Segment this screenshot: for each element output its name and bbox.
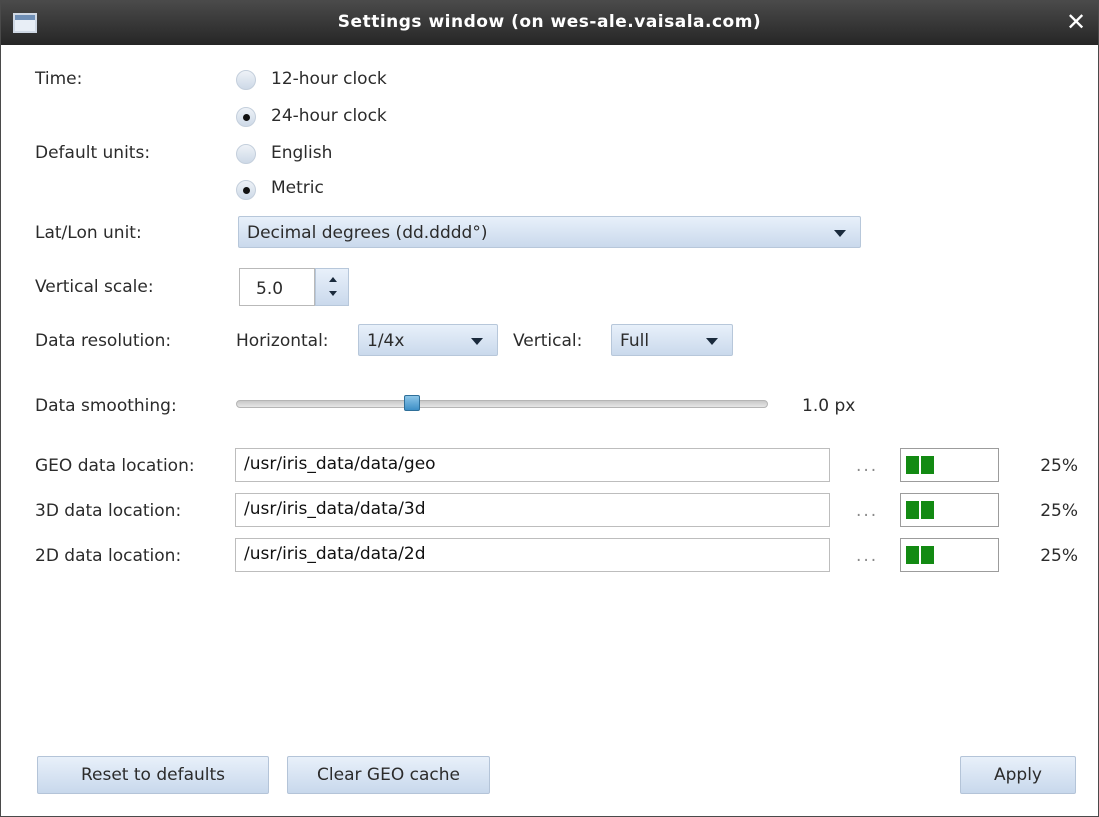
horizontal-resolution-value: 1/4x [367,331,405,351]
data-resolution-label: Data resolution: [35,331,172,351]
location-usage-percent: 25% [1040,501,1078,521]
apply-button[interactable]: Apply [960,756,1076,794]
usage-meter-fill [906,456,934,474]
radio-12-hour-label[interactable]: 12-hour clock [271,69,387,89]
chevron-down-icon [834,230,846,237]
location-path-input[interactable] [236,494,814,524]
radio-english-label[interactable]: English [271,143,332,163]
chevron-down-icon [471,338,483,345]
smoothing-value: 1.0 px [802,396,856,416]
spin-down-icon[interactable] [316,287,348,305]
spin-up-icon[interactable] [316,269,348,287]
vertical-scale-stepper[interactable] [315,268,349,306]
latlon-unit-value: Decimal degrees (dd.dddd°) [247,223,488,243]
vertical-scale-label: Vertical scale: [35,277,154,297]
title-bar[interactable]: Settings window (on wes-ale.vaisala.com)… [1,1,1098,45]
reset-defaults-button[interactable]: Reset to defaults [37,756,269,794]
location-usage-meter [900,448,999,482]
browse-button[interactable]: ... [856,501,878,521]
vertical-label: Vertical: [513,331,583,351]
location-path-input[interactable] [236,539,814,569]
smoothing-slider-thumb[interactable] [403,395,420,411]
clear-geo-cache-button[interactable]: Clear GEO cache [287,756,490,794]
usage-meter-segment [906,456,919,474]
radio-metric[interactable] [236,180,256,200]
location-path-input[interactable] [236,449,814,479]
smoothing-slider-track[interactable] [236,400,768,408]
location-usage-percent: 25% [1040,546,1078,566]
chevron-down-icon [706,338,718,345]
radio-12-hour[interactable] [236,70,256,90]
location-usage-meter [900,493,999,527]
location-label: 2D data location: [35,546,182,566]
horizontal-resolution-dropdown[interactable]: 1/4x [358,324,498,356]
location-path-field[interactable] [235,538,830,572]
vertical-resolution-dropdown[interactable]: Full [611,324,733,356]
default-units-label: Default units: [35,143,151,163]
radio-metric-label[interactable]: Metric [271,178,324,198]
horizontal-label: Horizontal: [236,331,329,351]
data-smoothing-label: Data smoothing: [35,396,177,416]
vertical-scale-value: 5.0 [256,279,284,299]
radio-english[interactable] [236,144,256,164]
usage-meter-segment [906,546,919,564]
usage-meter-segment [921,456,934,474]
usage-meter-segment [906,501,919,519]
location-path-field[interactable] [235,448,830,482]
location-label: 3D data location: [35,501,182,521]
vertical-scale-input[interactable]: 5.0 [239,268,315,306]
close-icon[interactable]: ✕ [1064,9,1088,35]
settings-window: Settings window (on wes-ale.vaisala.com)… [0,0,1099,817]
time-label: Time: [35,69,83,89]
usage-meter-segment [921,501,934,519]
browse-button[interactable]: ... [856,546,878,566]
latlon-unit-dropdown[interactable]: Decimal degrees (dd.dddd°) [238,216,861,248]
location-usage-percent: 25% [1040,456,1078,476]
window-title: Settings window (on wes-ale.vaisala.com) [337,12,762,32]
usage-meter-fill [906,501,934,519]
latlon-unit-label: Lat/Lon unit: [35,223,142,243]
vertical-resolution-value: Full [620,331,650,351]
browse-button[interactable]: ... [856,456,878,476]
usage-meter-segment [921,546,934,564]
radio-24-hour-label[interactable]: 24-hour clock [271,106,387,126]
usage-meter-fill [906,546,934,564]
location-path-field[interactable] [235,493,830,527]
location-label: GEO data location: [35,456,195,476]
radio-24-hour[interactable] [236,107,256,127]
location-usage-meter [900,538,999,572]
